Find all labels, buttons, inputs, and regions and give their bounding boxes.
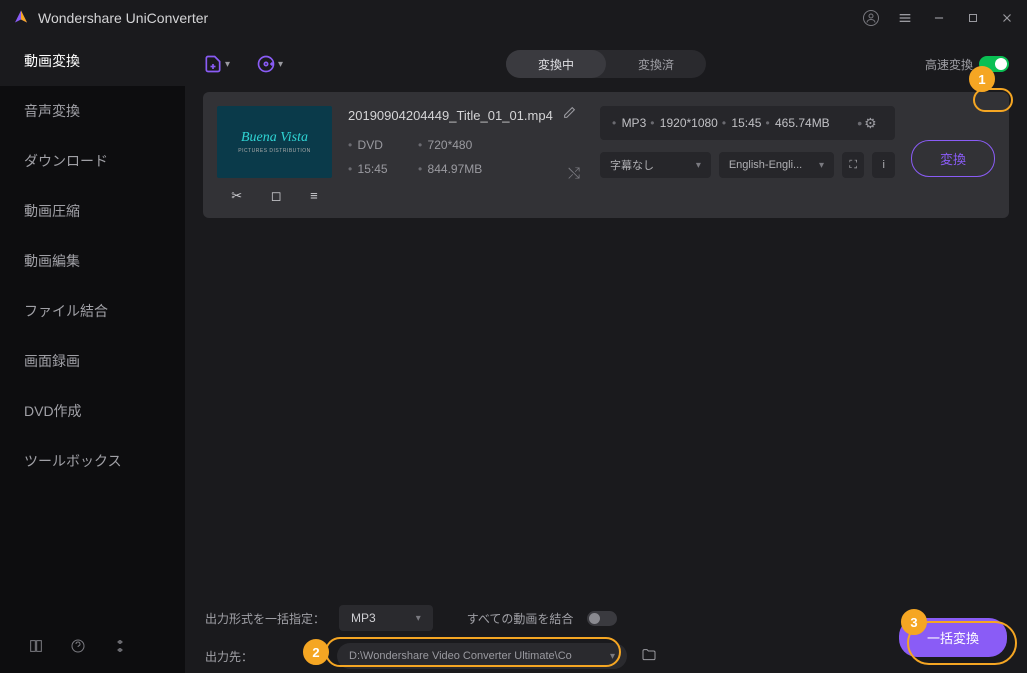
thumb-title: Buena Vista [241,130,308,146]
meta-size: 844.97MB [418,162,508,176]
open-folder-icon[interactable] [641,647,657,666]
merge-toggle[interactable] [587,611,617,626]
meta-duration: 15:45 [348,162,418,176]
sidebar-item-edit[interactable]: 動画編集 [0,236,185,286]
convert-button[interactable]: 変換 [911,140,995,177]
gear-icon[interactable]: ⚙ [851,107,883,139]
callout-2: 2 [303,639,329,665]
sidebar-item-merge[interactable]: ファイル結合 [0,286,185,336]
preferences-icon[interactable] [112,638,128,659]
format-label: 出力形式を一括指定： [205,610,325,627]
menu-icon[interactable] [897,10,913,26]
sidebar-item-dvd[interactable]: DVD作成 [0,386,185,436]
status-tabs: 変換中 変換済 [506,50,706,78]
account-icon[interactable] [863,10,879,26]
app-logo-icon [12,9,30,27]
app-title: Wondershare UniConverter [38,10,863,26]
crop-icon[interactable]: ◻ [271,188,282,204]
footer: 2 3 出力形式を一括指定： MP3▾ すべての動画を結合 出力先： D:\Wo… [185,601,1027,673]
out-duration: 15:45 [722,116,762,130]
cut-icon[interactable]: ✂ [231,188,242,204]
thumbnail[interactable]: Buena Vista PICTURES DISTRIBUTION [217,106,332,178]
file-card: Buena Vista PICTURES DISTRIBUTION ✂ ◻ ≡ … [203,92,1009,218]
tab-converted[interactable]: 変換済 [606,50,706,78]
sidebar-item-download[interactable]: ダウンロード [0,136,185,186]
toolbar: ▾ ▾ 変換中 変換済 高速変換 [185,36,1027,92]
titlebar: Wondershare UniConverter [0,0,1027,36]
info-icon[interactable]: i [872,152,894,178]
language-select[interactable]: English-Engli...▾ [719,152,834,178]
subtitle-select[interactable]: 字幕なし▾ [600,152,711,178]
sidebar: 動画変換 音声変換 ダウンロード 動画圧縮 動画編集 ファイル結合 画面録画 D… [0,36,185,673]
speed-label: 高速変換 [925,56,973,73]
out-size: 465.74MB [765,116,829,130]
guide-icon[interactable] [28,638,44,659]
minimize-icon[interactable] [931,10,947,26]
sidebar-item-audio-convert[interactable]: 音声変換 [0,86,185,136]
out-format: MP3 [612,116,646,130]
expand-icon[interactable]: ⛶ [842,152,864,178]
file-name: 20190904204449_Title_01_01.mp4 [348,108,553,123]
sidebar-item-toolbox[interactable]: ツールボックス [0,436,185,486]
format-select[interactable]: MP3▾ [339,605,433,631]
callout-3: 3 [901,609,927,635]
close-icon[interactable] [999,10,1015,26]
effects-icon[interactable]: ≡ [310,188,318,204]
out-resolution: 1920*1080 [650,116,718,130]
sidebar-item-video-convert[interactable]: 動画変換 [0,36,185,86]
maximize-icon[interactable] [965,10,981,26]
callout-1: 1 [969,66,995,92]
help-icon[interactable] [70,638,86,659]
tab-converting[interactable]: 変換中 [506,50,606,78]
sidebar-item-compress[interactable]: 動画圧縮 [0,186,185,236]
window-controls [863,10,1015,26]
content: 1 ▾ ▾ 変換中 変換済 高速変換 Buena Vista PICTURES … [185,36,1027,673]
sidebar-item-record[interactable]: 画面録画 [0,336,185,386]
add-disc-button[interactable]: ▾ [256,54,283,74]
meta-resolution: 720*480 [418,138,508,152]
callout-2-ring [325,637,621,667]
thumb-subtitle: PICTURES DISTRIBUTION [238,148,310,154]
shuffle-icon[interactable]: ⤭ [568,165,580,182]
output-info[interactable]: MP3 1920*1080 15:45 465.74MB ⚙ [600,106,895,140]
add-file-button[interactable]: ▾ [203,54,230,74]
rename-icon[interactable] [563,106,576,124]
meta-source: DVD [348,138,418,152]
merge-label: すべての動画を結合 [467,610,574,627]
